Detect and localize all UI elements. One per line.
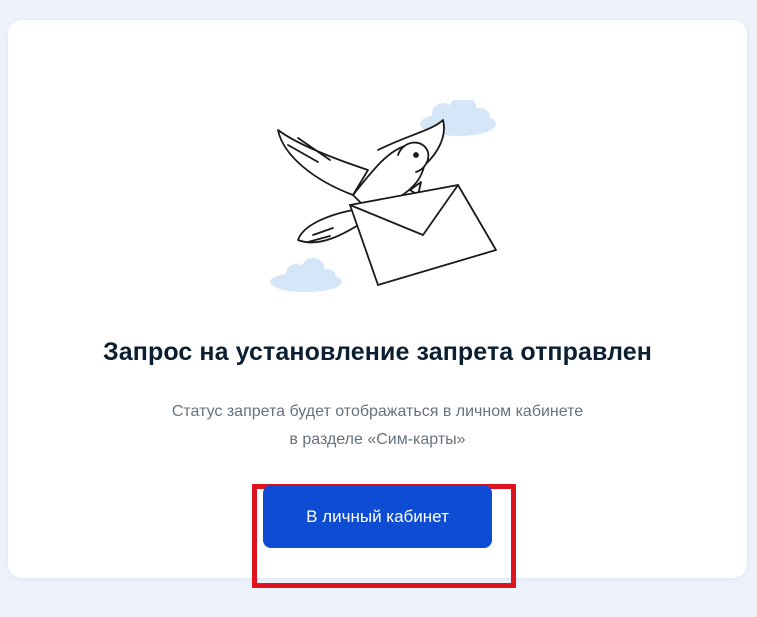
status-description-line: Статус запрета будет отображаться в личн… [171,403,584,420]
confirmation-card: Запрос на установление запрета отправлен… [8,20,747,588]
status-description: Статус запрета будет отображаться в личн… [8,398,747,454]
cloud-icon [270,258,342,292]
page-title: Запрос на установление запрета отправлен [103,338,652,366]
status-description-line: в разделе «Сим-карты» [289,431,466,448]
go-to-cabinet-button[interactable]: В личный кабинет [263,485,492,548]
dove-with-envelope-icon [270,100,497,292]
